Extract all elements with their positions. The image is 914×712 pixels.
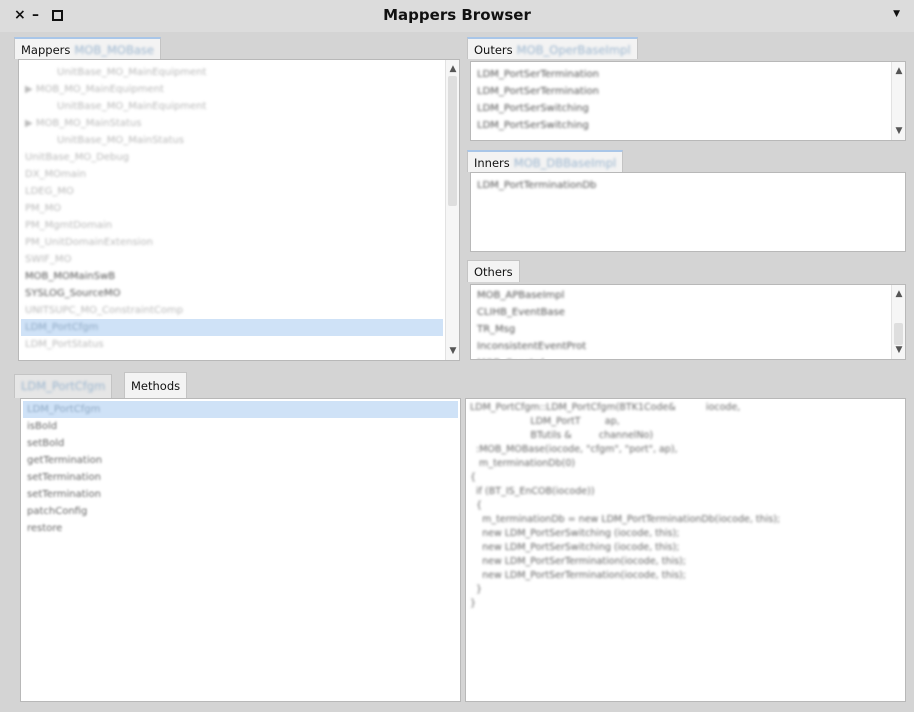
outers-list[interactable]: LDM_PortSerTermination LDM_PortSerTermina… (470, 61, 906, 141)
scroll-down-icon[interactable]: ▼ (892, 343, 905, 357)
tab-methods[interactable]: Methods (124, 372, 188, 398)
title-bar: × – Mappers Browser ▼ (0, 0, 914, 32)
tab-class[interactable]: LDM_PortCfgm (14, 374, 113, 398)
mappers-items: UnitBase_MO_MainEquipment ▶ MOB_MO_MainEq… (21, 64, 443, 353)
tab-outers-label: Outers (474, 43, 513, 57)
outer-list-item[interactable]: LDM_PortSerTermination (473, 83, 889, 100)
method-list-item[interactable]: setBold (23, 435, 458, 452)
window-menu-icon[interactable]: ▼ (893, 9, 900, 19)
tab-inners-label: Inners (474, 156, 510, 170)
others-scrollbar[interactable]: ▲ ▼ (891, 285, 905, 359)
mapper-list-item[interactable]: UnitBase_MO_Debug (21, 149, 443, 166)
outer-list-item[interactable]: LDM_PortSerSwitching (473, 117, 889, 134)
others-items: MOB_APBaseImpl CLIHB_EventBase TR_Msg Incon… (473, 287, 889, 359)
method-list-item-selected[interactable]: LDM_PortCfgm (23, 401, 458, 418)
methods-list[interactable]: LDM_PortCfgm isBold setBold getTermination s… (20, 398, 461, 702)
mapper-list-item[interactable]: PM_MgmtDomain (21, 217, 443, 234)
tab-inners[interactable]: Inners MOB_DBBaseImpl (467, 150, 624, 172)
scroll-up-icon[interactable]: ▲ (892, 64, 905, 78)
other-list-item[interactable]: InconsistentEventProt (473, 338, 889, 355)
tab-class-label: LDM_PortCfgm (21, 379, 106, 393)
other-list-item[interactable]: CLIHB_EventBase (473, 304, 889, 321)
tab-others[interactable]: Others (467, 260, 520, 282)
mapper-list-item[interactable]: UnitBase_MO_MainStatus (21, 132, 443, 149)
outer-list-item[interactable]: LDM_PortSerTermination (473, 66, 889, 83)
scroll-down-icon[interactable]: ▼ (446, 344, 459, 358)
mapper-list-item[interactable]: MOB_MOMainSwB (21, 268, 443, 285)
window-title: Mappers Browser (383, 6, 531, 24)
mapper-list-item[interactable]: DX_MOmain (21, 166, 443, 183)
mapper-list-item[interactable]: UnitBase_MO_MainEquipment (21, 98, 443, 115)
inners-items: LDM_PortTerminationDb (473, 177, 901, 194)
method-list-item[interactable]: setTermination (23, 469, 458, 486)
outer-list-item[interactable]: LDM_PortSerSwitching (473, 100, 889, 117)
other-list-item[interactable]: MOB_APBaseImpl (473, 287, 889, 304)
inner-list-item[interactable]: LDM_PortTerminationDb (473, 177, 901, 194)
mapper-list-item[interactable]: PM_UnitDomainExtension (21, 234, 443, 251)
tab-inners-value: MOB_DBBaseImpl (513, 156, 617, 170)
method-list-item-label: LDM_PortCfgm (27, 404, 101, 415)
mapper-list-item-selected[interactable]: LDM_PortCfgm (21, 319, 443, 336)
scroll-thumb[interactable] (894, 323, 903, 345)
mappers-scrollbar[interactable]: ▲ ▼ (445, 60, 459, 360)
mapper-list-item[interactable]: ▶ MOB_MO_MainStatus (21, 115, 443, 132)
method-list-item[interactable]: restore (23, 520, 458, 537)
mapper-list-item-label: LDM_PortCfgm (25, 322, 99, 333)
scroll-up-icon[interactable]: ▲ (446, 62, 459, 76)
others-list[interactable]: MOB_APBaseImpl CLIHB_EventBase TR_Msg Incon… (470, 284, 906, 360)
method-list-item[interactable]: isBold (23, 418, 458, 435)
mapper-list-item[interactable]: UnitBase_MO_MainEquipment (21, 64, 443, 81)
methods-items: LDM_PortCfgm isBold setBold getTermination s… (23, 401, 458, 537)
mapper-list-item[interactable]: PM_MO (21, 200, 443, 217)
tab-mappers-value: MOB_MOBase (74, 43, 154, 57)
method-list-item[interactable]: setTermination (23, 486, 458, 503)
tab-mappers-label: Mappers (21, 43, 71, 57)
tab-outers-value: MOB_OperBaseImpl (516, 43, 631, 57)
mapper-list-item[interactable]: LDEG_MO (21, 183, 443, 200)
scroll-thumb[interactable] (448, 76, 457, 206)
scroll-up-icon[interactable]: ▲ (892, 287, 905, 301)
outers-scrollbar[interactable]: ▲ ▼ (891, 62, 905, 140)
mapper-list-item[interactable]: SWIF_MO (21, 251, 443, 268)
method-list-item[interactable]: patchConfig (23, 503, 458, 520)
tab-outers[interactable]: Outers MOB_OperBaseImpl (467, 37, 638, 59)
mapper-list-item[interactable]: ▶ MOB_MO_MainEquipment (21, 81, 443, 98)
other-list-item[interactable]: MOB_Constrd (473, 355, 889, 359)
mapper-list-item[interactable]: LDM_PortStatus (21, 336, 443, 353)
code-text[interactable]: LDM_PortCfgm::LDM_PortCfgm(BTK1Code& ioc… (470, 401, 901, 611)
tab-others-label: Others (474, 265, 513, 279)
inners-list[interactable]: LDM_PortTerminationDb (470, 172, 906, 252)
tab-methods-label: Methods (131, 379, 181, 393)
code-view[interactable]: LDM_PortCfgm::LDM_PortCfgm(BTK1Code& ioc… (465, 398, 906, 702)
outers-items: LDM_PortSerTermination LDM_PortSerTermina… (473, 66, 889, 134)
other-list-item[interactable]: TR_Msg (473, 321, 889, 338)
method-list-item[interactable]: getTermination (23, 452, 458, 469)
tab-mappers[interactable]: Mappers MOB_MOBase (14, 37, 161, 59)
scroll-down-icon[interactable]: ▼ (892, 124, 905, 138)
mapper-list-item[interactable]: SYSLOG_SourceMO (21, 285, 443, 302)
mappers-list[interactable]: UnitBase_MO_MainEquipment ▶ MOB_MO_MainEq… (18, 59, 460, 361)
mapper-list-item[interactable]: UNITSUPC_MO_ConstraintComp (21, 302, 443, 319)
